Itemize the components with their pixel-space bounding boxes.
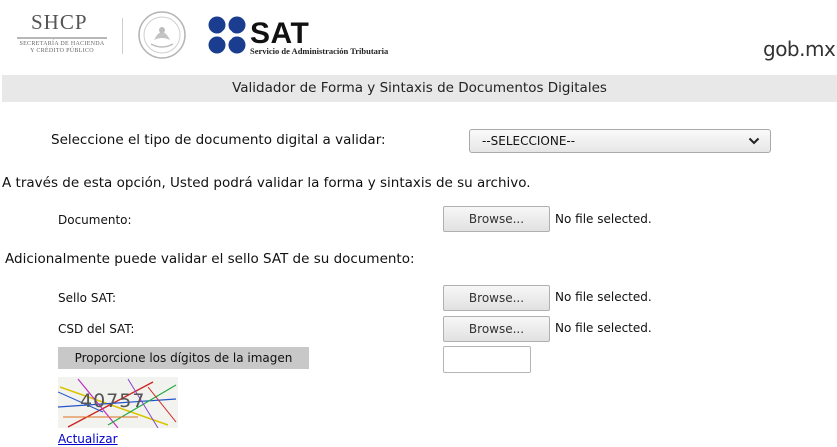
gob-mx-logo[interactable]: gob.mx: [763, 37, 836, 61]
documento-file-status: No file selected.: [555, 212, 652, 226]
sat-logo-text: SAT: [250, 17, 310, 50]
sello-sat-file-status: No file selected.: [555, 290, 652, 304]
documento-browse-button[interactable]: Browse...: [443, 206, 550, 232]
shcp-logo-rule: [17, 37, 107, 39]
title-bar: Validador de Forma y Sintaxis de Documen…: [2, 75, 837, 102]
national-seal-icon: [138, 11, 186, 59]
shcp-logo-subtitle: SECRETARÍA DE HACIENDA Y CRÉDITO PÚBLICO: [12, 41, 112, 55]
captcha-input[interactable]: [443, 346, 531, 373]
sat-logo-subtitle: Servicio de Administración Tributaria: [250, 46, 389, 56]
sello-sat-label: Sello SAT:: [58, 291, 116, 305]
intro-text: A través de esta opción, Usted podrá val…: [2, 175, 531, 191]
chevron-down-icon: [748, 137, 760, 145]
document-type-select[interactable]: --SELECCIONE--: [469, 129, 771, 153]
sello-sat-browse-button[interactable]: Browse...: [443, 285, 550, 311]
captcha-label-bar: Proporcione los dígitos de la imagen: [58, 347, 309, 369]
shcp-subtitle-line1: SECRETARÍA DE HACIENDA: [19, 41, 105, 47]
sat-logo-icon: [208, 16, 246, 54]
header-divider: [122, 18, 123, 54]
captcha-digits: 40757: [80, 390, 145, 412]
shcp-subtitle-line2: Y CRÉDITO PÚBLICO: [30, 48, 94, 54]
captcha-image: 40757: [58, 377, 178, 428]
csd-sat-label: CSD del SAT:: [58, 322, 135, 336]
document-type-label: Seleccione el tipo de documento digital …: [51, 132, 386, 148]
page-title: Validador de Forma y Sintaxis de Documen…: [232, 80, 607, 96]
refresh-captcha-link[interactable]: Actualizar: [58, 432, 118, 446]
csd-sat-browse-button[interactable]: Browse...: [443, 316, 550, 342]
documento-label: Documento:: [58, 213, 132, 227]
csd-sat-file-status: No file selected.: [555, 321, 652, 335]
shcp-logo-text: SHCP: [31, 10, 88, 34]
document-type-selected-value: --SELECCIONE--: [482, 134, 576, 148]
captcha-label: Proporcione los dígitos de la imagen: [74, 351, 293, 365]
additional-validation-text: Adicionalmente puede validar el sello SA…: [5, 251, 415, 267]
